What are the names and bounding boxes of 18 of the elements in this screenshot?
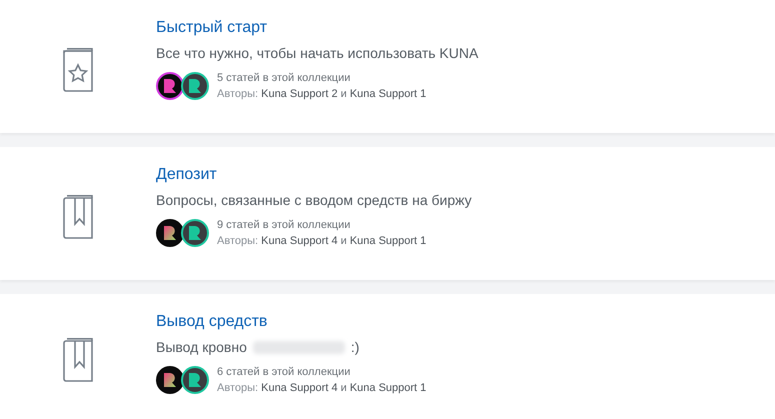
description-ending: :) [350,338,360,356]
book-bookmark-icon [60,194,96,240]
collection-description: Вывод кровно [156,338,247,356]
collection-description: Все что нужно, чтобы начать использовать KUNA [156,44,478,62]
collection-card[interactable]: Быстрый старт Все что нужно, чтобы начать использовать KUNA 5 статей в этой коллекции Авторы: Kuna Support 2 и Kuna Support 1 [0,0,775,133]
collection-card[interactable]: Вывод средств Вывод кровно :) 6 статей в этой коллекции Авторы: Kuna Support 4 и Kuna Support 1 [0,294,775,419]
authors-line: Авторы: Kuna Support 4 и Kuna Support 1 [217,234,426,249]
authors-line: Авторы: Kuna Support 2 и Kuna Support 1 [217,87,426,102]
article-count: 6 статей в этой коллекции [217,365,352,380]
article-count: 5 статей в этой коллекции [217,71,352,86]
collection-title[interactable]: Депозит [156,165,217,185]
authors-line: Авторы: Kuna Support 4 и Kuna Support 1 [217,381,426,396]
collection-description: Вопросы, связанные с вводом средств на биржу [156,191,472,209]
article-count: 9 статей в этой коллекции [217,218,352,233]
collection-title[interactable]: Вывод средств [156,312,268,332]
collection-title[interactable]: Быстрый старт [156,18,268,38]
collection-card[interactable]: Депозит Вопросы, связанные с вводом средств на биржу 9 статей в этой коллекции Авторы: Kuna Support 4 и Kuna Support 1 [0,147,775,280]
book-bookmark-icon [60,338,96,384]
